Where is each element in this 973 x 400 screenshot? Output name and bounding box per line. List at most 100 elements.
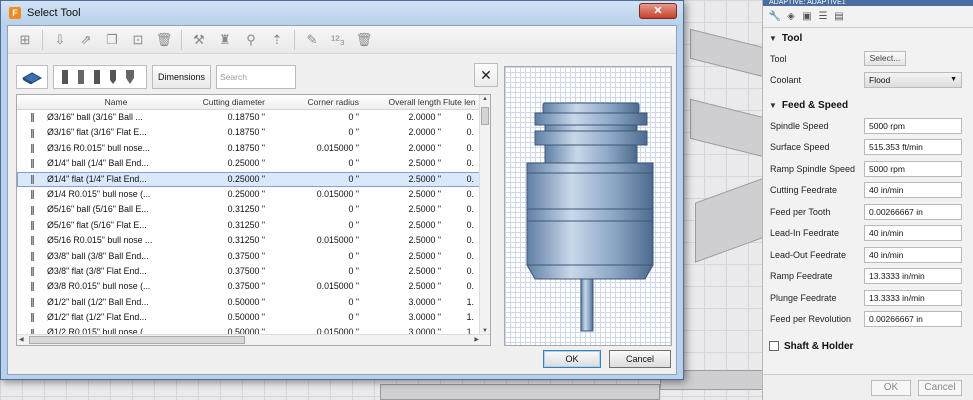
- feed-row: Lead-Out Feedrate 40 in/min: [763, 244, 973, 266]
- export-icon[interactable]: ⇗: [77, 31, 95, 49]
- tool-name-cell: Ø3/16" flat (3/16" Flat E...: [47, 127, 147, 138]
- dimensions-button[interactable]: Dimensions: [152, 65, 212, 89]
- scroll-thumb[interactable]: [481, 107, 489, 125]
- table-body: Ø3/16" ball (3/16" Ball ... 0.18750 " 0 " 2…: [17, 110, 490, 341]
- section-title: Shaft & Holder: [784, 340, 854, 352]
- endmill-icon: [17, 125, 47, 140]
- cutting-diameter-cell: 0.25000 ": [227, 188, 265, 199]
- geometry-tab-icon[interactable]: ◈: [785, 11, 797, 23]
- table-row[interactable]: Ø1/4 R0.015" bull nose (... 0.25000 " 0.01…: [17, 187, 490, 202]
- cutting-diameter-cell: 0.50000 ": [227, 296, 265, 307]
- separator: [294, 29, 295, 50]
- table-row[interactable]: Ø5/16" ball (5/16" Ball E... 0.31250 " 0 "…: [17, 202, 490, 217]
- search-input[interactable]: Search: [216, 65, 297, 89]
- scroll-up-icon[interactable]: ▲: [482, 96, 488, 102]
- feed-value-field[interactable]: 515.353 ft/min: [864, 139, 962, 156]
- panel-tabs: 🔧 ◈ ▣ ☰ ▤: [763, 6, 973, 28]
- vertical-scrollbar[interactable]: ▲ ▼: [479, 95, 490, 335]
- delete-tool-icon[interactable]: 🗑: [355, 31, 373, 49]
- copy-tool-icon[interactable]: ⇡: [268, 31, 286, 49]
- tool-tab-icon[interactable]: 🔧: [769, 11, 781, 23]
- scroll-right-icon[interactable]: ▶: [474, 336, 479, 343]
- feed-value-field[interactable]: 5000 rpm: [864, 160, 962, 177]
- feed-value-field[interactable]: 40 in/min: [864, 225, 962, 242]
- feed-value-field[interactable]: 13.3333 in/min: [864, 289, 962, 306]
- table-row[interactable]: Ø1/4" flat (1/4" Flat End... 0.25000 " 0 "…: [17, 171, 490, 187]
- column-header-overall-length[interactable]: Overall length: [363, 95, 443, 109]
- tool-row: Tool Select...: [763, 48, 973, 70]
- column-header-flute-length[interactable]: Flute len: [443, 95, 476, 109]
- column-header-cutting-diameter[interactable]: Cutting diameter: [185, 95, 267, 109]
- feed-row: Spindle Speed 5000 rpm: [763, 115, 973, 137]
- feed-speed-section-header[interactable]: ▼ Feed & Speed: [763, 95, 973, 115]
- cutting-diameter-cell: 0.37500 ": [227, 281, 265, 292]
- feed-label: Ramp Feedrate: [770, 271, 833, 282]
- flute-length-cell: 0.: [466, 219, 474, 230]
- feed-value-field[interactable]: 40 in/min: [864, 182, 962, 199]
- overall-length-cell: 2.5000 ": [408, 281, 441, 292]
- shaft-holder-checkbox[interactable]: [769, 341, 779, 351]
- linking-tab-icon[interactable]: ▤: [833, 11, 845, 23]
- table-row[interactable]: Ø3/16 R0.015" bull nose... 0.18750 " 0.015…: [17, 141, 490, 156]
- table-row[interactable]: Ø1/2" ball (1/2" Ball End... 0.50000 " 0 "…: [17, 295, 490, 310]
- edit-pencil-icon[interactable]: ✎: [303, 31, 321, 49]
- feed-value-field[interactable]: 0.00266667 in: [864, 311, 962, 328]
- dialog-body: ⊞ ⇩ ⇗ ❐ ⊡ 🗑 ⚒ ♜ ⚲ ⇡ ✎ ¹²₃ 🗑 Dimensions S…: [7, 25, 677, 375]
- scroll-thumb[interactable]: [29, 336, 245, 344]
- passes-tab-icon[interactable]: ☰: [817, 11, 829, 23]
- horizontal-scrollbar[interactable]: ◀ ▶: [17, 334, 490, 345]
- dialog-titlebar[interactable]: F Select Tool ✕: [1, 1, 683, 25]
- endmill-icon: [17, 279, 47, 294]
- table-row[interactable]: Ø3/8" flat (3/8" Flat End... 0.37500 " 0 "…: [17, 264, 490, 279]
- feed-value-field[interactable]: 5000 rpm: [864, 117, 962, 134]
- table-row[interactable]: Ø3/16" ball (3/16" Ball ... 0.18750 " 0 " 2…: [17, 110, 490, 125]
- scroll-left-icon[interactable]: ◀: [19, 336, 24, 343]
- add-tool-icon[interactable]: ⚲: [242, 31, 260, 49]
- table-row[interactable]: Ø3/8" ball (3/8" Ball End... 0.37500 " 0 "…: [17, 249, 490, 264]
- ok-button[interactable]: OK: [543, 350, 601, 368]
- stock-plate: [380, 384, 660, 400]
- column-header-corner-radius[interactable]: Corner radius: [267, 95, 363, 109]
- cutting-diameter-cell: 0.18750 ": [227, 127, 265, 138]
- table-row[interactable]: Ø3/16" flat (3/16" Flat E... 0.18750 " 0 "…: [17, 125, 490, 140]
- endmill-icon: [17, 295, 47, 310]
- overall-length-cell: 2.0000 ": [408, 112, 441, 122]
- column-header-name[interactable]: Name: [47, 95, 185, 109]
- select-tool-dialog: F Select Tool ✕ ⊞ ⇩ ⇗ ❐ ⊡ 🗑 ⚒ ♜ ⚲ ⇡ ✎ ¹²…: [0, 0, 684, 380]
- table-row[interactable]: Ø5/16" flat (5/16" Flat E... 0.31250 " 0 "…: [17, 218, 490, 233]
- table-row[interactable]: Ø1/4" ball (1/4" Ball End... 0.25000 " 0 "…: [17, 156, 490, 171]
- corner-radius-cell: 0 ": [348, 127, 359, 138]
- coolant-select[interactable]: Flood ▼: [864, 72, 962, 89]
- endmill-icon: [17, 233, 47, 248]
- copy-icon[interactable]: ❐: [103, 31, 121, 49]
- feed-value-field[interactable]: 40 in/min: [864, 246, 962, 263]
- table-row[interactable]: Ø3/8 R0.015" bull nose (... 0.37500 " 0.01…: [17, 279, 490, 294]
- tool-section-header[interactable]: ▼ Tool: [763, 28, 973, 48]
- new-holder-icon[interactable]: ♜: [216, 31, 234, 49]
- select-tool-button[interactable]: Select...: [864, 51, 906, 67]
- feed-value-field[interactable]: 0.00266667 in: [864, 203, 962, 220]
- tool-name-cell: Ø1/2" flat (1/2" Flat End...: [47, 312, 147, 323]
- clear-filter-button[interactable]: ✕: [474, 63, 498, 87]
- overall-length-cell: 2.5000 ": [408, 204, 441, 215]
- tool-type-filter[interactable]: [53, 65, 147, 89]
- tool-name-cell: Ø1/2" ball (1/2" Ball End...: [47, 296, 149, 307]
- close-button[interactable]: ✕: [639, 3, 677, 19]
- panel-ok-button[interactable]: OK: [871, 380, 911, 396]
- library-tree-icon[interactable]: ⊞: [16, 31, 34, 49]
- feed-label: Lead-In Feedrate: [770, 228, 840, 239]
- table-row[interactable]: Ø5/16 R0.015" bull nose ... 0.31250 " 0.01…: [17, 233, 490, 248]
- delete-library-icon[interactable]: 🗑: [155, 31, 173, 49]
- new-library-icon[interactable]: ⊡: [129, 31, 147, 49]
- feed-value-field[interactable]: 13.3333 in/min: [864, 268, 962, 285]
- heights-tab-icon[interactable]: ▣: [801, 11, 813, 23]
- import-icon[interactable]: ⇩: [51, 31, 69, 49]
- panel-cancel-button[interactable]: Cancel: [918, 380, 962, 396]
- shaft-holder-section-header[interactable]: Shaft & Holder: [763, 336, 973, 356]
- cutting-diameter-cell: 0.18750 ": [227, 112, 265, 122]
- cancel-button[interactable]: Cancel: [609, 350, 671, 368]
- new-tool-icon[interactable]: ⚒: [190, 31, 208, 49]
- tool-library-thumb[interactable]: [16, 65, 48, 89]
- renumber-icon[interactable]: ¹²₃: [329, 31, 347, 49]
- table-row[interactable]: Ø1/2" flat (1/2" Flat End... 0.50000 " 0 "…: [17, 310, 490, 325]
